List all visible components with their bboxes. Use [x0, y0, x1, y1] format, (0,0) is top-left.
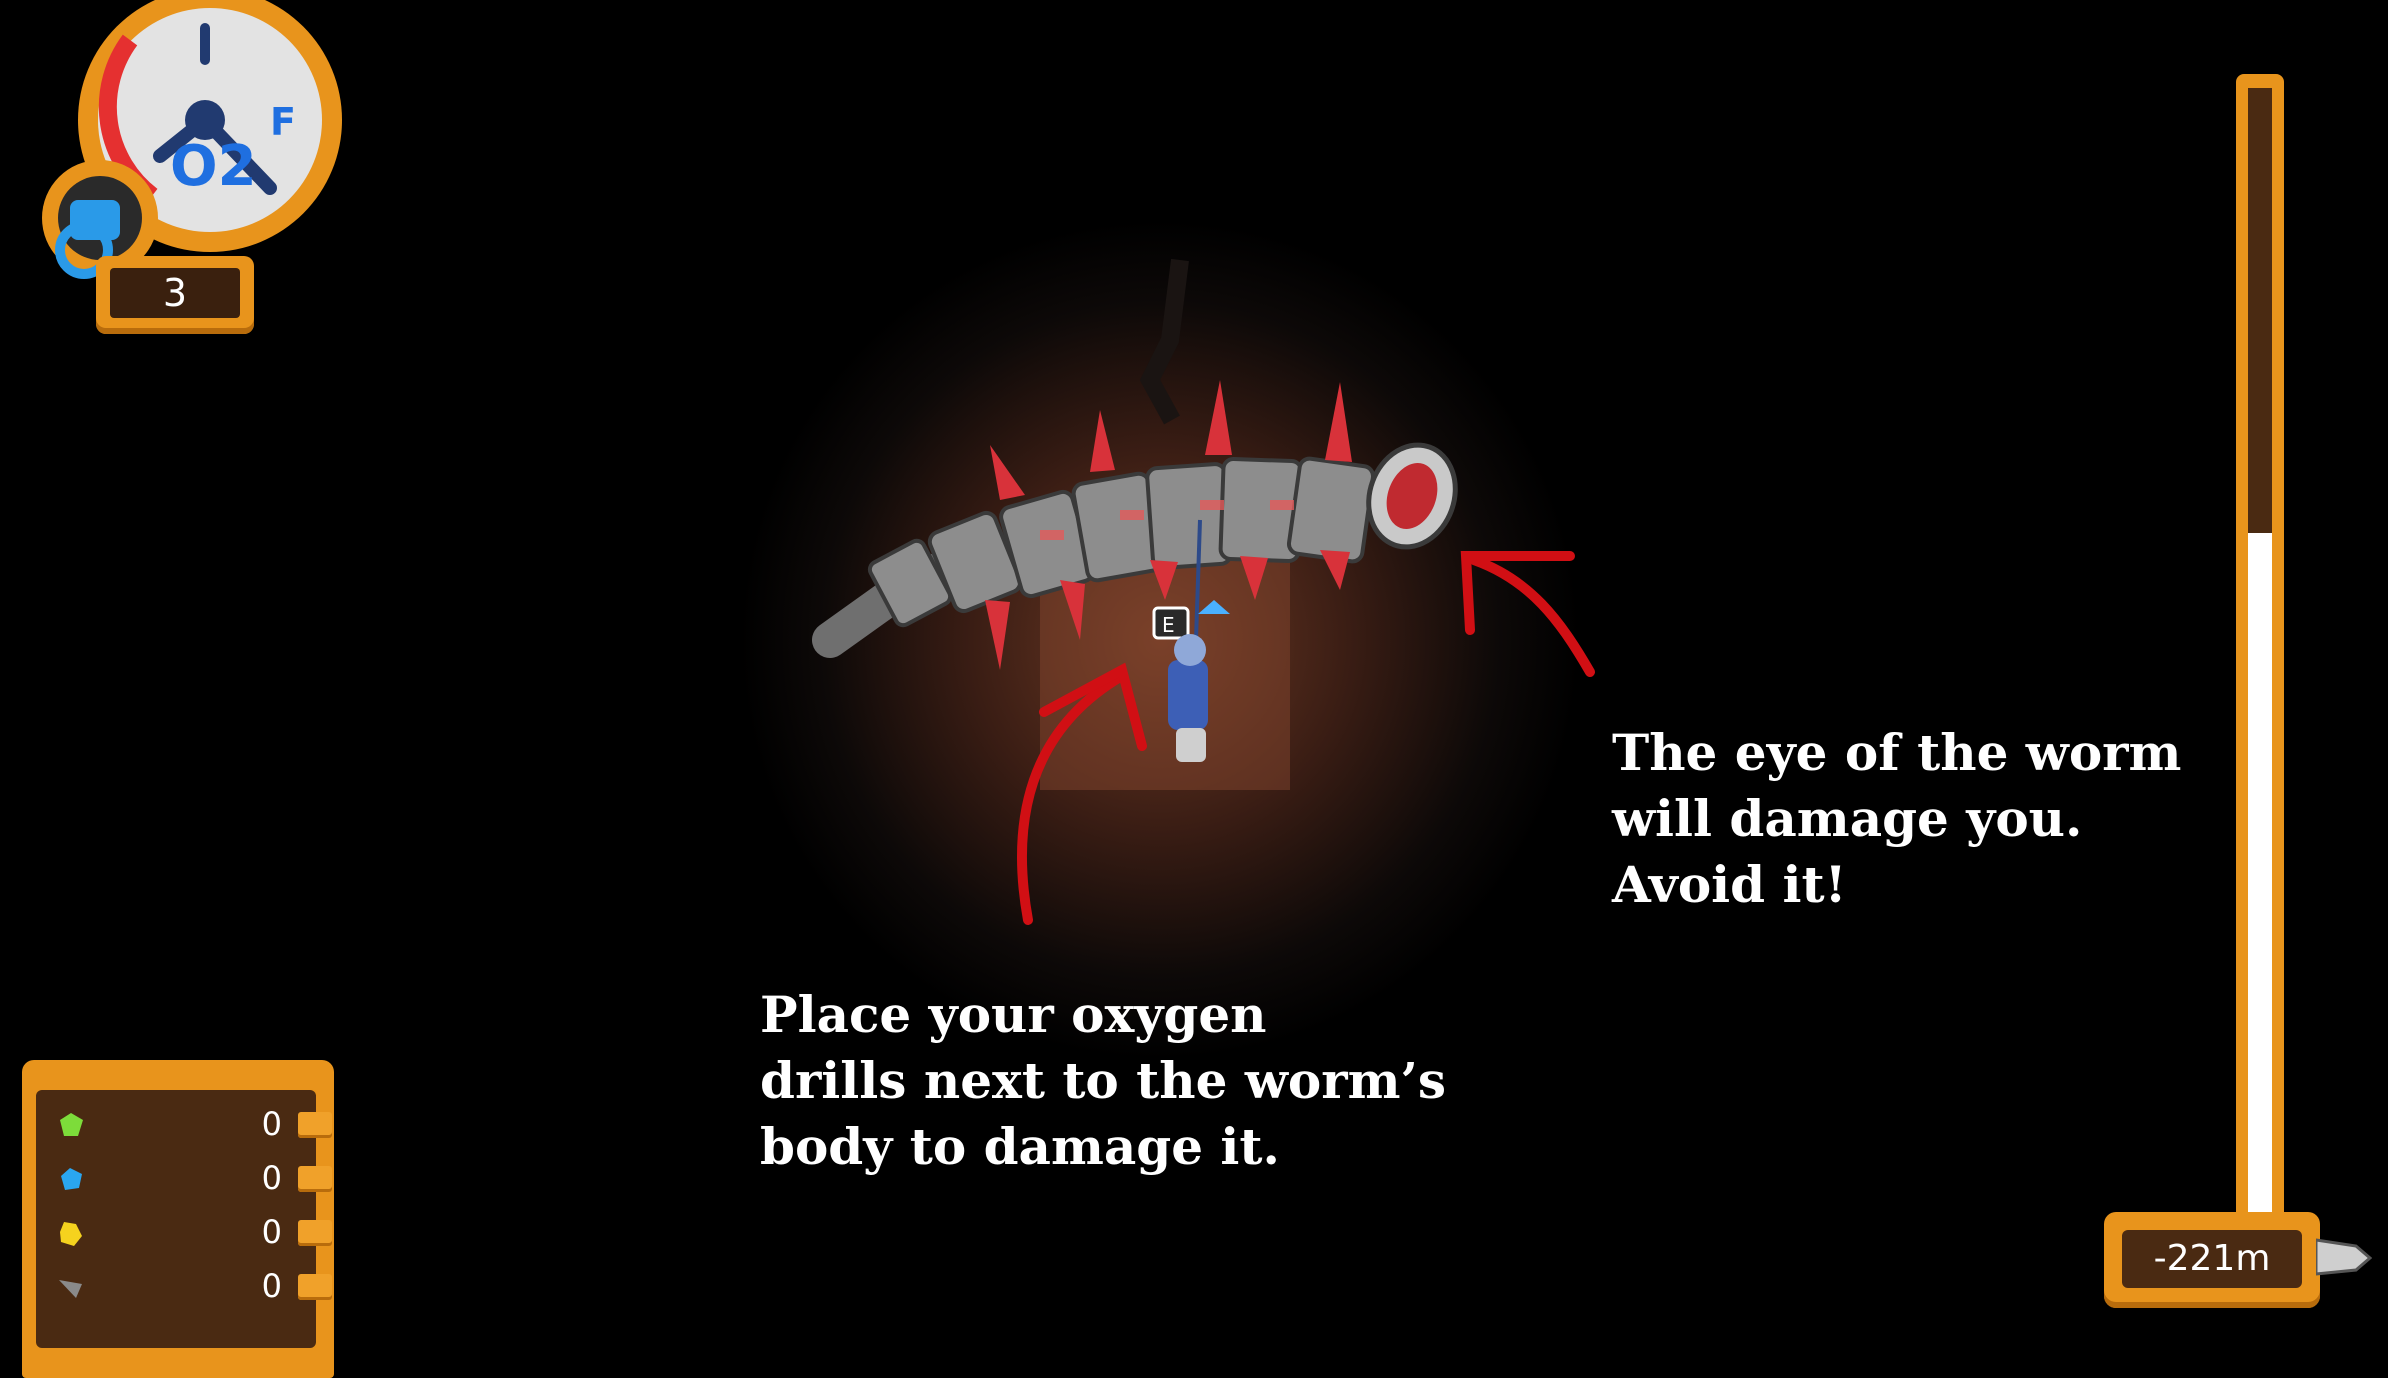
inventory-panel: 0 0 0 0 — [22, 1060, 334, 1378]
blue-gem-icon — [61, 1168, 82, 1190]
drill-note-line: body to damage it. — [760, 1117, 1280, 1176]
eye-note-line: Avoid it! — [1612, 855, 1847, 914]
oxygen-tank-counter: 3 — [96, 256, 254, 334]
blue-gem-count: 0 — [261, 1159, 282, 1197]
depth-readout: -221m — [2104, 1212, 2320, 1308]
eye-note-line: The eye of the worm — [1612, 723, 2182, 782]
stone-count: 0 — [261, 1267, 282, 1305]
inventory-row-gold: 0 — [22, 1212, 332, 1252]
gold-count: 0 — [261, 1213, 282, 1251]
oxygen-tank-count: 3 — [110, 268, 240, 318]
drill-icon — [2316, 1238, 2372, 1276]
stone-ore-icon — [59, 1280, 82, 1298]
green-gem-count: 0 — [261, 1105, 282, 1143]
gauge-o2-label: O2 — [170, 134, 257, 199]
gauge-full-marker: F — [270, 100, 296, 144]
eye-note-line: will damage you. — [1612, 789, 2083, 848]
drill-hint-note: Place your oxygen drills next to the wor… — [760, 982, 1446, 1180]
inventory-row-stone: 0 — [22, 1266, 332, 1306]
svg-text:E: E — [1162, 613, 1175, 637]
drill-note-line: Place your oxygen — [760, 985, 1267, 1044]
inventory-row-blue-gem: 0 — [22, 1158, 332, 1198]
gold-nugget-icon — [60, 1222, 82, 1246]
depth-progress-bar — [2236, 74, 2284, 1222]
depth-progress-fill — [2248, 533, 2272, 1222]
drill-note-line: drills next to the worm’s — [760, 1051, 1447, 1110]
depth-value: -221m — [2122, 1230, 2302, 1288]
green-gem-icon — [60, 1113, 83, 1136]
inventory-row-green-gem: 0 — [22, 1104, 332, 1144]
eye-warning-note: The eye of the worm will damage you. Avo… — [1612, 720, 2181, 918]
